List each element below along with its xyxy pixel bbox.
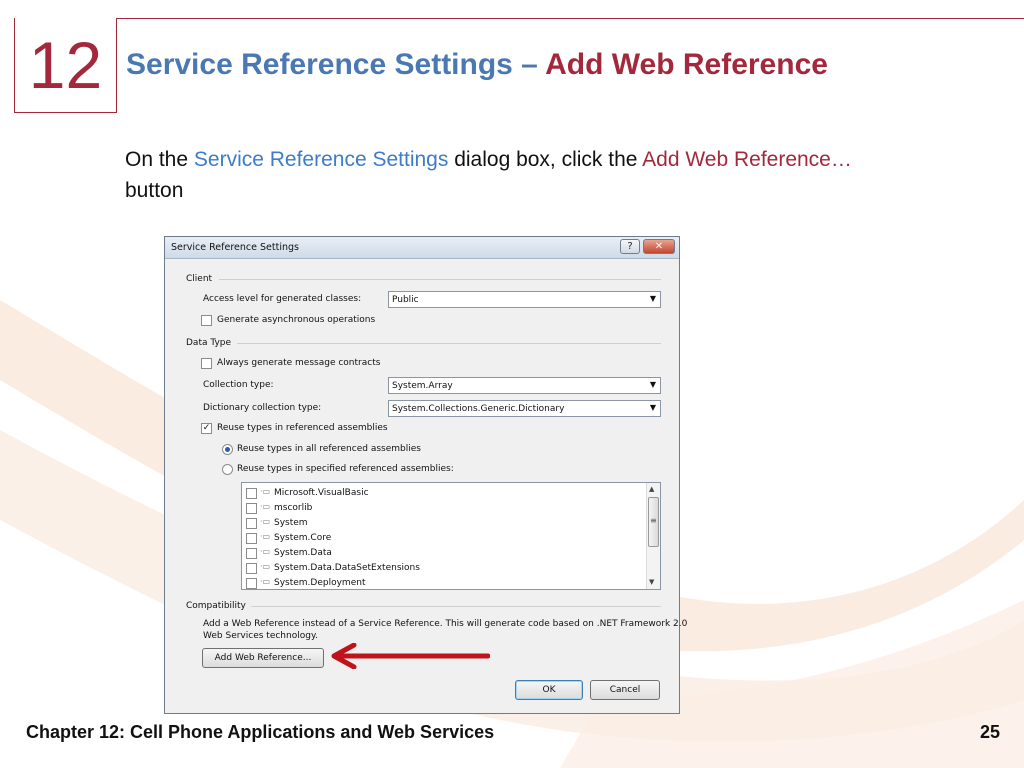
reuse-all-label: Reuse types in all referenced assemblies [237, 444, 421, 454]
title-part-blue: Service Reference Settings – [126, 48, 546, 81]
instruction-dialog-name: Service Reference Settings [193, 148, 449, 171]
data-type-group-label: Data Type [186, 338, 232, 348]
ok-label: OK [542, 685, 556, 695]
assembly-list[interactable]: ·▭ Microsoft.VisualBasic ·▭ mscorlib ·▭ Sys… [241, 482, 661, 590]
instruction-button-name: Add Web Reference… [642, 148, 852, 171]
slide-title: Service Reference Settings – Add Web Ref… [126, 48, 828, 82]
chevron-down-icon: ▼ [649, 294, 656, 303]
async-operations-label: Generate asynchronous operations [217, 315, 376, 325]
close-icon: ✕ [654, 241, 664, 252]
assembly-checkbox[interactable] [246, 578, 257, 589]
assembly-name: System [274, 518, 308, 528]
chapter-number-box: 12 [14, 18, 117, 113]
assembly-icon: ·▭ [260, 577, 271, 586]
help-button[interactable]: ? [620, 239, 640, 254]
assembly-name: System.Deployment [274, 578, 366, 588]
access-level-value: Public [392, 295, 419, 305]
title-part-red: Add Web Reference [545, 48, 828, 81]
message-contracts-checkbox[interactable] [201, 358, 212, 369]
assembly-checkbox[interactable] [246, 518, 257, 529]
assembly-name: System.Core [274, 533, 332, 543]
collection-type-value: System.Array [392, 381, 453, 391]
add-web-reference-button[interactable]: Add Web Reference... [202, 648, 324, 668]
footer-chapter-title: Chapter 12: Cell Phone Applications and … [26, 722, 495, 742]
access-level-label: Access level for generated classes: [203, 294, 362, 304]
message-contracts-label: Always generate message contracts [217, 358, 381, 368]
reuse-all-radio[interactable] [222, 444, 233, 455]
help-icon: ? [627, 241, 633, 252]
cancel-button[interactable]: Cancel [590, 680, 660, 700]
assembly-icon: ·▭ [260, 547, 271, 556]
assembly-icon: ·▭ [260, 502, 271, 511]
instruction-prefix: On the [125, 148, 194, 171]
assembly-name: mscorlib [274, 503, 313, 513]
client-group-label: Client [186, 274, 213, 284]
instruction-middle: dialog box, click the [448, 148, 643, 171]
assembly-checkbox[interactable] [246, 548, 257, 559]
assembly-checkbox[interactable] [246, 503, 257, 514]
chevron-down-icon: ▼ [649, 403, 656, 412]
assembly-icon: ·▭ [260, 487, 271, 496]
assembly-checkbox[interactable] [246, 563, 257, 574]
assembly-checkbox[interactable] [246, 488, 257, 499]
instruction-text: On the Service Reference Settings dialog… [125, 144, 885, 206]
client-group-divider [219, 279, 661, 280]
list-scrollbar[interactable]: ▲ ≡ ▼ [646, 483, 660, 589]
scroll-up-icon[interactable]: ▲ [649, 485, 654, 493]
dictionary-type-select[interactable]: System.Collections.Generic.Dictionary ▼ [388, 400, 661, 417]
access-level-select[interactable]: Public ▼ [388, 291, 661, 308]
reuse-specified-label: Reuse types in specified referenced asse… [237, 464, 454, 474]
page-number: 25 [979, 722, 1000, 742]
dictionary-type-value: System.Collections.Generic.Dictionary [392, 404, 565, 414]
chapter-number: 12 [28, 28, 103, 102]
ok-button[interactable]: OK [515, 680, 583, 700]
dictionary-type-label: Dictionary collection type: [203, 403, 322, 413]
pointer-arrow-icon [331, 643, 490, 669]
add-web-reference-label: Add Web Reference... [214, 653, 312, 663]
assembly-name: System.Data [274, 548, 332, 558]
dialog-title: Service Reference Settings [171, 242, 299, 253]
reuse-types-label: Reuse types in referenced assemblies [217, 423, 388, 433]
assembly-icon: ·▭ [260, 562, 271, 571]
collection-type-label: Collection type: [203, 380, 274, 390]
assembly-name: System.Data.DataSetExtensions [274, 563, 420, 573]
compatibility-text-line2: Web Services technology. [203, 631, 318, 641]
checkmark-icon: ✓ [202, 423, 211, 433]
compatibility-group-label: Compatibility [186, 601, 246, 611]
assembly-icon: ·▭ [260, 532, 271, 541]
async-operations-checkbox[interactable] [201, 315, 212, 326]
header-rule [14, 18, 1024, 19]
data-type-group-divider [237, 343, 661, 344]
instruction-suffix: button [125, 179, 184, 202]
cancel-label: Cancel [609, 685, 641, 695]
chevron-down-icon: ▼ [649, 380, 656, 389]
compatibility-text-line1: Add a Web Reference instead of a Service… [203, 619, 688, 629]
compatibility-group-divider [251, 606, 661, 607]
assembly-checkbox[interactable] [246, 533, 257, 544]
scroll-down-icon[interactable]: ▼ [649, 578, 654, 586]
collection-type-select[interactable]: System.Array ▼ [388, 377, 661, 394]
reuse-specified-radio[interactable] [222, 464, 233, 475]
assembly-icon: ·▭ [260, 517, 271, 526]
reuse-types-checkbox[interactable]: ✓ [201, 423, 212, 434]
close-button[interactable]: ✕ [643, 239, 675, 254]
grip-icon: ≡ [650, 516, 657, 525]
dialog-titlebar[interactable]: Service Reference Settings ? ✕ [165, 237, 679, 259]
assembly-name: Microsoft.VisualBasic [274, 488, 369, 498]
